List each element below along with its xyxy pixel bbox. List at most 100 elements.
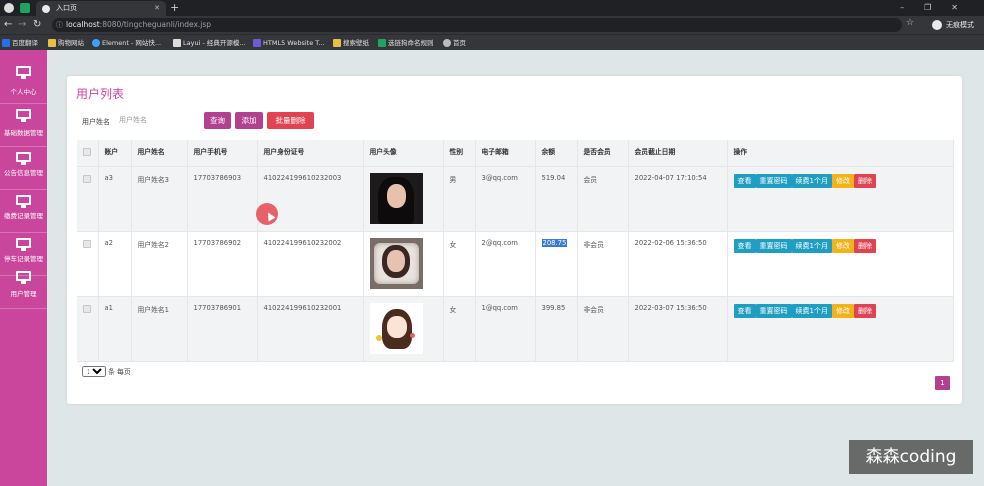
monitor-icon [16,271,31,284]
globe-icon [443,39,451,47]
sidebar-item-label: 个人中心 [10,88,37,96]
query-button[interactable]: 查询 [204,112,231,129]
browser-tab-active[interactable]: 入口页 ✕ [36,1,166,16]
sidebar-item-label: 缴费记录管理 [4,212,43,220]
html5-icon [253,39,261,47]
delete-button[interactable]: 删除 [853,239,876,253]
avatar [369,303,423,354]
incognito-indicator[interactable]: 无痕模式 [932,19,974,31]
row-checkbox[interactable] [77,166,99,232]
cell-member: 会员 [577,166,629,232]
bookmark-label: 搜索壁纸 [343,39,369,47]
url-path: :8080/tingcheguanli/index.jsp [99,20,212,29]
bookmark-item[interactable]: HTML5 Website T... [253,35,325,51]
cell-account: a3 [98,166,132,232]
reset-password-button[interactable]: 重置密码 [755,304,792,318]
cell-expire: 2022-02-06 15:36:50 [628,231,728,297]
browser-menu-icon[interactable] [4,3,14,13]
cell-avatar [363,231,444,297]
bookmark-item[interactable]: 购物网站 [48,35,84,51]
monitor-icon [16,238,31,251]
url-field[interactable]: ⓘ localhost:8080/tingcheguanli/index.jsp [52,18,902,32]
bookmark-star-icon[interactable]: ☆ [906,18,914,28]
cell-ops: 查看 重置密码 续费1个月 修改 删除 [727,166,954,232]
layui-icon [173,39,181,47]
renew-button[interactable]: 续费1个月 [791,174,832,188]
select-all-checkbox[interactable] [77,140,99,167]
row-checkbox[interactable] [77,231,99,297]
selected-balance-text: 208.75 [541,239,568,247]
bookmarks-bar: 百度翻译 购物网站 Element - 网站快... Layui - 经典开源模… [0,34,984,50]
bookmark-item[interactable]: Layui - 经典开源模... [173,35,246,51]
cell-gender: 女 [443,296,476,362]
sidebar-item-notices[interactable]: 公告信息管理 [0,148,47,190]
bookmark-item[interactable]: 选链狗命名规则 [378,35,434,51]
col-header: 用户姓名 [131,140,188,167]
batch-delete-button[interactable]: 批量删除 [267,112,314,129]
cell-email: 3@qq.com [475,166,536,232]
edit-button[interactable]: 修改 [831,239,854,253]
table-row: a2 用户姓名2 17703786902 410224199610232002 … [77,231,954,297]
window-controls[interactable]: –❐✕ [900,0,978,16]
sidebar-item-profile[interactable]: 个人中心 [0,62,47,104]
back-arrow-icon[interactable]: ← [4,18,12,32]
browser-tab-bar: 入口页 ✕ + –❐✕ [0,0,984,16]
table-row: a3 用户姓名3 17703786903 410224199610232003 … [77,166,954,232]
forward-arrow-icon[interactable]: → [18,18,26,32]
cell-account: a2 [98,231,132,297]
view-button[interactable]: 查看 [733,304,756,318]
sidebar-item-users[interactable]: 用户管理 [0,267,47,309]
pinned-tab-icon[interactable] [20,3,30,13]
tab-favicon-icon [42,5,50,13]
col-header: 用户手机号 [187,140,258,167]
monitor-icon [16,66,31,79]
reload-icon[interactable]: ↻ [33,18,41,32]
delete-button[interactable]: 删除 [853,304,876,318]
sidebar-item-base-data[interactable]: 基础数据管理 [0,105,47,147]
bookmark-item[interactable]: 首页 [443,35,466,51]
row-checkbox[interactable] [77,296,99,362]
edit-button[interactable]: 修改 [831,174,854,188]
new-tab-icon[interactable]: + [170,0,179,16]
table-row: a1 用户姓名1 17703786901 410224199610232001 … [77,296,954,362]
col-header: 电子邮箱 [475,140,536,167]
sidebar-item-label: 停车记录管理 [4,255,43,263]
renew-button[interactable]: 续费1个月 [791,304,832,318]
bookmark-label: 选链狗命名规则 [388,39,434,47]
view-button[interactable]: 查看 [733,239,756,253]
col-header: 是否会员 [577,140,629,167]
sidebar-item-label: 用户管理 [10,290,37,298]
page-size-select[interactable]: 10 [82,366,106,377]
avatar [369,173,423,224]
reset-password-button[interactable]: 重置密码 [755,239,792,253]
cell-name: 用户姓名2 [131,231,188,297]
site-info-icon[interactable]: ⓘ [56,18,63,32]
bookmark-item[interactable]: 百度翻译 [2,35,38,51]
edit-button[interactable]: 修改 [831,304,854,318]
monitor-icon [16,152,31,165]
tab-close-icon[interactable]: ✕ [154,1,160,16]
reset-password-button[interactable]: 重置密码 [755,174,792,188]
cell-id-number: 410224199610232001 [257,296,364,362]
add-button[interactable]: 添加 [235,112,263,129]
bookmark-item[interactable]: 搜索壁纸 [333,35,369,51]
cell-avatar [363,296,444,362]
cell-expire: 2022-04-07 17:10:54 [628,166,728,232]
view-button[interactable]: 查看 [733,174,756,188]
pagination-page-button[interactable]: 1 [935,376,950,390]
cell-expire: 2022-03-07 15:36:50 [628,296,728,362]
renew-button[interactable]: 续费1个月 [791,239,832,253]
watermark: 森森coding [849,440,973,474]
delete-button[interactable]: 删除 [853,174,876,188]
monitor-icon [16,109,31,122]
col-header: 余额 [535,140,578,167]
tab-title: 入口页 [56,4,77,12]
cell-ops: 查看 重置密码 续费1个月 修改 删除 [727,231,954,297]
user-table: 账户 用户姓名 用户手机号 用户身份证号 用户头像 性别 电子邮箱 余额 是否会… [77,140,954,362]
bookmark-item[interactable]: Element - 网站快... [92,35,161,51]
bookmark-label: 购物网站 [58,39,84,47]
sidebar-item-payments[interactable]: 缴费记录管理 [0,191,47,233]
cell-balance: 519.04 [535,166,578,232]
cell-member: 非会员 [577,231,629,297]
search-input[interactable] [116,112,196,128]
